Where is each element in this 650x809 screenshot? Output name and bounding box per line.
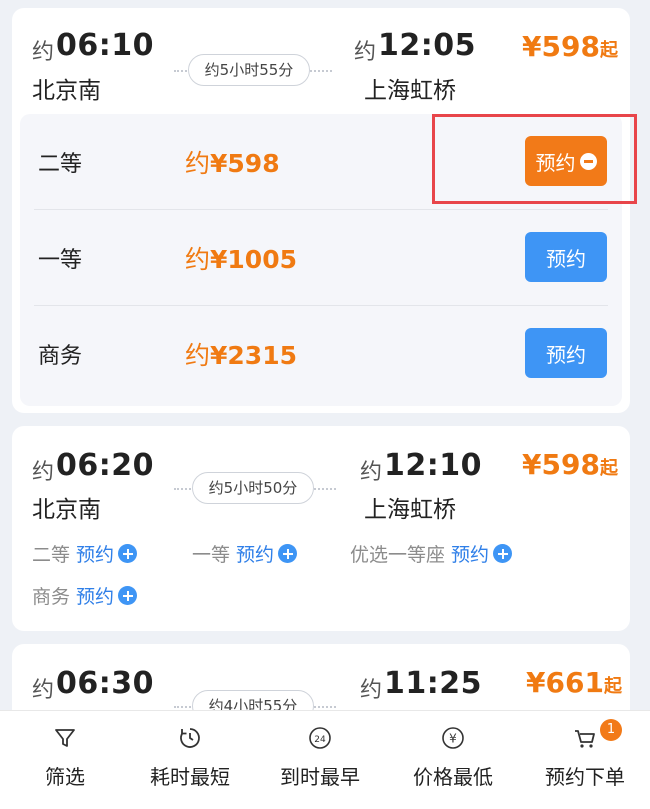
- seat-name: 商务: [38, 344, 83, 369]
- book-label: 预约: [546, 342, 586, 367]
- book-button-business[interactable]: 预约: [525, 328, 607, 378]
- arrival-station: 上海虹桥: [364, 497, 456, 523]
- arr-approx: 约: [354, 40, 377, 65]
- arrival-time: 12:10: [384, 448, 482, 483]
- plus-circle-icon: [493, 544, 513, 563]
- option-book: 预约: [76, 544, 115, 566]
- tab-label: 到时最早: [280, 765, 360, 789]
- tab-label: 价格最低: [413, 765, 493, 789]
- lowest-price: ¥598起: [522, 30, 618, 63]
- tab-booking-cart[interactable]: 1 预约下单: [520, 711, 650, 809]
- seat-name: 一等: [38, 248, 83, 273]
- arr-approx: 约: [360, 678, 383, 703]
- price-value: ¥1005: [210, 245, 297, 274]
- train-card-2[interactable]: 约 06:20 北京南 约5小时50分 约 12:10 上海虹桥 ¥598起 二…: [12, 426, 630, 631]
- lowest-price-value: ¥661: [526, 666, 604, 699]
- tab-label: 耗时最短: [150, 765, 230, 789]
- option-name: 二等: [32, 544, 71, 566]
- price-value: ¥2315: [210, 341, 297, 370]
- price-suffix: 起: [599, 40, 618, 61]
- option-book: 预约: [236, 544, 275, 566]
- arrival-time: 11:25: [384, 666, 482, 701]
- tab-label: 筛选: [45, 765, 85, 789]
- departure-time: 06:20: [56, 448, 154, 483]
- lowest-price: ¥598起: [522, 448, 618, 481]
- option-name: 一等: [192, 544, 231, 566]
- seat-price: 约¥2315: [185, 336, 297, 372]
- 24h-icon-text: 24: [314, 735, 326, 745]
- option-book: 预约: [76, 586, 115, 608]
- book-button-first-class[interactable]: 预约: [525, 232, 607, 282]
- route-line-right: [314, 706, 336, 708]
- cart-icon: [575, 730, 595, 748]
- plus-circle-icon: [118, 544, 138, 563]
- duration-text: 约5小时55分: [204, 61, 294, 79]
- lowest-price-value: ¥598: [522, 448, 600, 481]
- arrival-station: 上海虹桥: [364, 78, 456, 104]
- tab-lowest-price[interactable]: ¥ 价格最低: [388, 711, 518, 809]
- highlight-box: [432, 114, 637, 204]
- lowest-price: ¥661起: [526, 666, 622, 699]
- seat-row-first-class: 一等 约¥1005 预约: [20, 210, 622, 305]
- price-suffix: 起: [599, 458, 618, 479]
- plus-circle-icon: [118, 586, 138, 605]
- option-name: 优选一等座: [350, 544, 446, 566]
- route-line-right: [314, 488, 336, 490]
- price-prefix: 约: [185, 149, 211, 178]
- option-book: 预约: [451, 544, 490, 566]
- seat-option-second-class[interactable]: 二等 预约: [32, 540, 138, 567]
- train-card-1[interactable]: 约 06:10 北京南 约5小时55分 约 12:05 上海虹桥 ¥598起 二…: [12, 8, 630, 413]
- tab-earliest-arrival[interactable]: 24 到时最早: [255, 711, 385, 809]
- seat-price: 约¥1005: [185, 240, 297, 276]
- price-suffix: 起: [603, 676, 622, 697]
- arr-approx: 约: [360, 460, 383, 485]
- seat-price: 约¥598: [185, 144, 280, 180]
- duration-pill: 约5小时55分: [188, 54, 310, 86]
- book-label: 预约: [546, 246, 586, 271]
- tab-shortest-duration[interactable]: 耗时最短: [125, 711, 255, 809]
- timer-icon: [180, 728, 200, 748]
- tab-filter[interactable]: 筛选: [0, 711, 130, 809]
- seat-option-first-class[interactable]: 一等 预约: [192, 540, 298, 567]
- dep-approx: 约: [32, 460, 55, 485]
- option-name: 商务: [32, 586, 71, 608]
- departure-time: 06:10: [56, 28, 154, 63]
- seat-row-business: 商务 约¥2315 预约: [20, 306, 622, 401]
- 24h-icon: 24: [309, 727, 331, 749]
- dep-approx: 约: [32, 678, 55, 703]
- seat-name: 二等: [38, 152, 83, 177]
- plus-circle-icon: [278, 544, 298, 563]
- departure-time: 06:30: [56, 666, 154, 701]
- duration-text: 约5小时50分: [208, 479, 298, 497]
- yen-icon: ¥: [442, 727, 464, 749]
- cart-badge: 1: [600, 719, 622, 741]
- price-prefix: 约: [185, 341, 211, 370]
- duration-pill: 约5小时50分: [192, 472, 314, 504]
- dep-approx: 约: [32, 40, 55, 65]
- departure-station: 北京南: [32, 78, 101, 104]
- seat-option-business[interactable]: 商务 预约: [32, 582, 138, 609]
- tab-label: 预约下单: [545, 765, 625, 789]
- departure-station: 北京南: [32, 497, 101, 523]
- lowest-price-value: ¥598: [522, 30, 600, 63]
- seat-option-premium-first[interactable]: 优选一等座 预约: [350, 540, 513, 567]
- yen-icon-text: ¥: [449, 732, 457, 746]
- price-prefix: 约: [185, 245, 211, 274]
- bottom-toolbar: 筛选 耗时最短 24 到时最早 ¥ 价格最低 1 预约下单: [0, 710, 650, 809]
- filter-icon: [55, 729, 75, 747]
- route-line-right: [310, 70, 332, 72]
- price-value: ¥598: [210, 149, 280, 178]
- arrival-time: 12:05: [378, 28, 476, 63]
